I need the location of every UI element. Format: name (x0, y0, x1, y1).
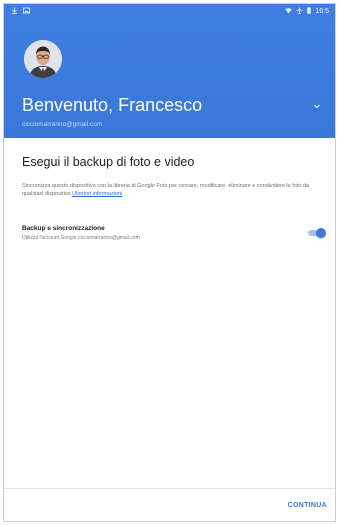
airplane-icon (296, 7, 304, 16)
wifi-icon (285, 7, 293, 16)
status-bar: 16:5 (4, 4, 335, 20)
backup-description: Sincronizza questo dispositivo con la li… (22, 182, 328, 198)
chevron-down-icon[interactable] (311, 99, 323, 111)
greeting-title: Benvenuto, Francesco (22, 95, 203, 115)
backup-title: Esegui il backup di foto e video (22, 155, 195, 169)
continue-button[interactable]: CONTINUA (288, 501, 327, 511)
backup-description-text: Sincronizza questo dispositivo con la li… (22, 183, 310, 197)
backup-sync-toggle[interactable] (306, 228, 326, 238)
app-frame: 16:5 Benvenuto, Francesco cicciomarrarin… (3, 3, 336, 522)
footer-divider (4, 488, 335, 489)
account-email: cicciomarrarino@gmail.com (22, 121, 103, 128)
avatar[interactable] (24, 40, 62, 78)
learn-more-link[interactable]: Ulteriori informazioni (72, 191, 122, 197)
setting-title: Backup e sincronizzazione (22, 225, 105, 232)
backup-sync-setting[interactable]: Backup e sincronizzazione Utilizza l'acc… (22, 224, 328, 248)
toggle-thumb (316, 228, 326, 238)
status-time: 16:5 (315, 8, 329, 15)
battery-icon (307, 7, 312, 16)
setting-subtitle: Utilizza l'account Google cicciomarrarin… (22, 235, 140, 241)
account-header: 16:5 Benvenuto, Francesco cicciomarrarin… (4, 4, 335, 138)
image-icon (23, 7, 30, 16)
download-icon (11, 7, 18, 16)
